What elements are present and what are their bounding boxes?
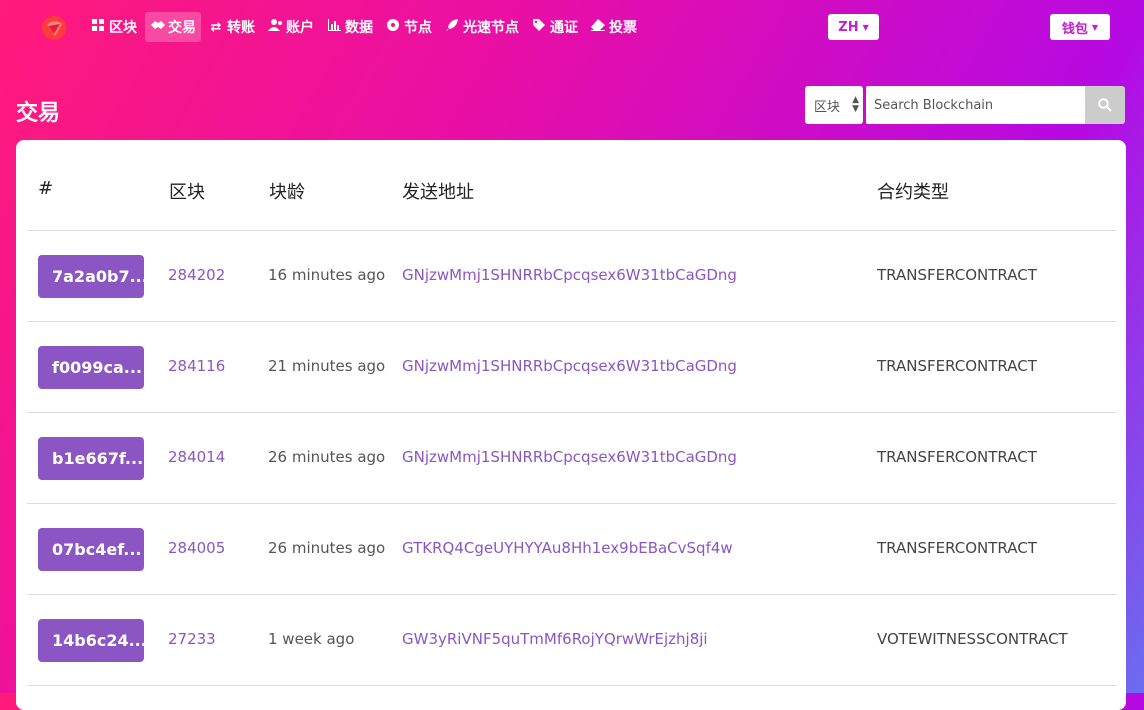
- contract-type: TRANSFERCONTRACT: [877, 266, 1037, 284]
- block-link[interactable]: 284202: [168, 266, 225, 284]
- nav-label: 投票: [609, 20, 637, 36]
- wallet-dropdown[interactable]: 钱包 ▼: [1050, 14, 1110, 40]
- search-bar: 区块 ▲ ▼: [805, 86, 1126, 124]
- tx-age: 16 minutes ago: [268, 266, 386, 284]
- block-link[interactable]: 284005: [168, 539, 225, 557]
- page-title: 交易: [16, 101, 61, 126]
- language-label: ZH: [838, 19, 859, 35]
- contract-type: VOTEWITNESSCONTRACT: [877, 630, 1068, 648]
- table-header: # 区块 块龄 发送地址 合约类型: [27, 140, 1116, 231]
- nav-item-votes[interactable]: 投票: [586, 12, 642, 42]
- tag-icon: [532, 19, 546, 35]
- users-icon: [268, 19, 282, 35]
- nav-item-blocks[interactable]: 区块: [86, 12, 142, 42]
- handshake-icon: [150, 19, 165, 35]
- tx-hash-button[interactable]: f0099ca...: [38, 346, 144, 389]
- circle-dot-icon: [386, 19, 400, 35]
- tx-hash-button[interactable]: b1e667f...: [38, 437, 144, 480]
- from-address-link[interactable]: GNjzwMmj1SHNRRbCpcqsex6W31tbCaGDng: [402, 266, 737, 284]
- nav-item-nodes[interactable]: 节点: [381, 12, 437, 42]
- caret-down-icon: ▼: [1091, 22, 1099, 32]
- rocket-icon: [445, 19, 459, 35]
- contract-type: TRANSFERCONTRACT: [877, 448, 1037, 466]
- block-link[interactable]: 284014: [168, 448, 225, 466]
- top-navbar: 区块 交易 ⇄ 转账 账户 数据 节点 光速节点 通证 投票 ZH ▼ 钱包 ▼: [0, 0, 1144, 56]
- main-nav: 区块 交易 ⇄ 转账 账户 数据 节点 光速节点 通证 投票: [86, 12, 645, 42]
- header-block: 区块: [169, 182, 205, 203]
- tx-age: 26 minutes ago: [268, 539, 386, 557]
- from-address-link[interactable]: GW3yRiVNF5quTmMf6RojYQrwWrEjzhj8ji: [402, 630, 708, 648]
- transactions-table: # 区块 块龄 发送地址 合约类型 7a2a0b7... 284202 16 m…: [27, 140, 1116, 686]
- tx-hash-button[interactable]: 7a2a0b7...: [38, 255, 148, 298]
- exchange-icon: ⇄: [210, 19, 222, 35]
- caret-down-icon: ▼: [862, 22, 869, 32]
- search-scope-select[interactable]: 区块 ▲ ▼: [805, 86, 863, 124]
- nav-item-statistics[interactable]: 数据: [322, 12, 378, 42]
- nav-label: 数据: [345, 20, 373, 36]
- tx-age: 21 minutes ago: [268, 357, 386, 375]
- wallet-label: 钱包: [1061, 21, 1088, 37]
- search-input[interactable]: [866, 86, 1085, 124]
- nav-label: 交易: [168, 20, 196, 36]
- contract-type: TRANSFERCONTRACT: [877, 539, 1037, 557]
- transactions-card: # 区块 块龄 发送地址 合约类型 7a2a0b7... 284202 16 m…: [16, 140, 1126, 710]
- block-link[interactable]: 284116: [168, 357, 225, 375]
- nav-label: 转账: [227, 20, 255, 36]
- nav-label: 通证: [550, 20, 578, 36]
- nav-label: 节点: [404, 20, 432, 36]
- search-icon: [1098, 98, 1112, 112]
- nav-label: 区块: [109, 20, 137, 36]
- table-row: b1e667f... 284014 26 minutes ago GNjzwMm…: [27, 413, 1116, 504]
- eraser-icon: [591, 19, 605, 35]
- tx-age: 1 week ago: [268, 630, 355, 648]
- header-hash: #: [38, 178, 54, 199]
- nav-item-accounts[interactable]: 账户: [263, 12, 319, 42]
- tx-hash-button[interactable]: 14b6c24...: [38, 619, 147, 662]
- nav-item-transactions[interactable]: 交易: [145, 12, 201, 42]
- header-contract-type: 合约类型: [877, 182, 949, 203]
- bar-chart-icon: [327, 19, 341, 35]
- nav-item-transfers[interactable]: ⇄ 转账: [204, 12, 260, 42]
- header-from: 发送地址: [402, 182, 474, 203]
- logo-icon[interactable]: [39, 13, 69, 43]
- from-address-link[interactable]: GNjzwMmj1SHNRRbCpcqsex6W31tbCaGDng: [402, 357, 737, 375]
- select-arrows-icon: ▲ ▼: [852, 95, 859, 114]
- language-dropdown[interactable]: ZH ▼: [828, 14, 879, 40]
- tx-age: 26 minutes ago: [268, 448, 386, 466]
- grid-icon: [91, 19, 105, 35]
- table-row: 14b6c24... 27233 1 week ago GW3yRiVNF5qu…: [27, 595, 1116, 686]
- from-address-link[interactable]: GTKRQ4CgeUYHYYAu8Hh1ex9bEBaCvSqf4w: [402, 539, 733, 557]
- table-row: 7a2a0b7... 284202 16 minutes ago GNjzwMm…: [27, 231, 1116, 322]
- search-button[interactable]: [1085, 86, 1125, 124]
- table-row: f0099ca... 284116 21 minutes ago GNjzwMm…: [27, 322, 1116, 413]
- contract-type: TRANSFERCONTRACT: [877, 357, 1037, 375]
- table-row: 07bc4ef... 284005 26 minutes ago GTKRQ4C…: [27, 504, 1116, 595]
- from-address-link[interactable]: GNjzwMmj1SHNRRbCpcqsex6W31tbCaGDng: [402, 448, 737, 466]
- tx-hash-button[interactable]: 07bc4ef...: [38, 528, 144, 571]
- search-scope-label: 区块: [814, 99, 841, 115]
- nav-label: 光速节点: [463, 20, 519, 36]
- nav-label: 账户: [286, 20, 314, 36]
- nav-item-tokens[interactable]: 通证: [527, 12, 583, 42]
- header-age: 块龄: [269, 182, 305, 203]
- block-link[interactable]: 27233: [168, 630, 216, 648]
- nav-item-lightspeed-nodes[interactable]: 光速节点: [440, 12, 524, 42]
